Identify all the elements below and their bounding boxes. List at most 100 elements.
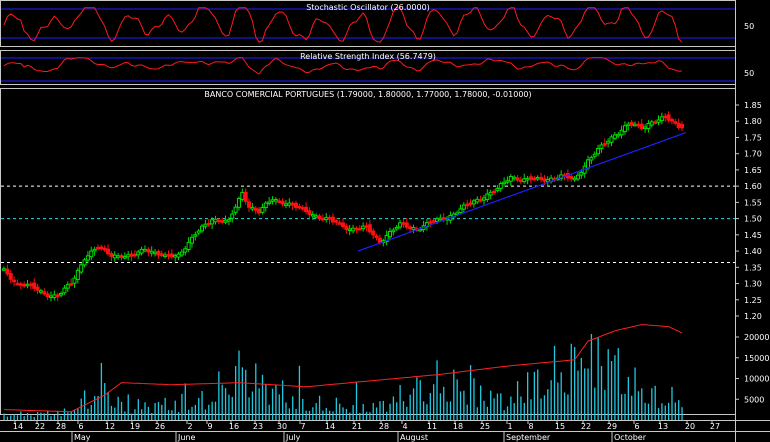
day-tick-label: 15: [555, 422, 565, 431]
volume-bar: [171, 410, 173, 420]
candle-body: [300, 207, 305, 210]
candle-body: [461, 204, 466, 210]
candle-body: [247, 201, 252, 208]
volume-bar: [255, 363, 257, 420]
candle-body: [159, 253, 164, 257]
volume-bar: [520, 396, 522, 420]
candle-body: [633, 123, 638, 127]
candle-body: [599, 144, 604, 149]
candle-body: [290, 202, 295, 206]
volume-bar: [476, 407, 478, 420]
candle-body: [310, 213, 315, 217]
volume-bar: [97, 396, 99, 420]
day-tick-label: 11: [427, 422, 437, 431]
volume-bar: [671, 386, 673, 420]
candle-body: [401, 222, 406, 225]
candle-body: [112, 254, 117, 259]
volume-bar: [664, 405, 666, 420]
volume-bar: [268, 404, 270, 420]
volume-bar: [157, 401, 160, 420]
volume-bar: [211, 401, 213, 420]
candle-body: [257, 208, 262, 214]
volume-bar: [167, 410, 170, 420]
volume-bar: [573, 347, 576, 420]
candle-body: [569, 175, 574, 179]
candle-body: [545, 178, 550, 183]
volume-bar: [644, 402, 646, 420]
candle-body: [367, 224, 372, 233]
volume-bar: [631, 395, 633, 420]
stochastic-tick-label: 50: [744, 22, 754, 31]
volume-bar: [345, 408, 348, 420]
candle-body: [153, 251, 158, 255]
volume-bar: [20, 411, 22, 420]
candle-body: [606, 140, 611, 144]
volume-bar: [194, 404, 197, 420]
volume-bar: [433, 384, 435, 420]
volume-bar: [369, 412, 371, 420]
volume-bar: [10, 415, 12, 420]
volume-bar: [620, 394, 623, 420]
volume-bar: [443, 386, 445, 420]
volume-bar: [60, 416, 62, 420]
volume-bar: [26, 413, 29, 420]
candle-body: [354, 227, 359, 231]
price-tick-label: 1.60: [744, 182, 762, 191]
volume-bar: [53, 414, 56, 420]
volume-bar: [681, 407, 683, 420]
candle-body: [69, 283, 74, 286]
day-tick-label: 18: [453, 422, 463, 431]
volume-bar: [234, 365, 237, 420]
volume-bar: [597, 337, 599, 420]
price-tick-label: 1.70: [744, 150, 762, 159]
candle-body: [243, 191, 248, 202]
volume-bar: [523, 402, 525, 420]
candle-body: [649, 121, 654, 126]
volume-bar: [308, 410, 311, 420]
candle-body: [196, 230, 201, 234]
volume-bar: [359, 412, 361, 420]
volume-bar: [50, 416, 52, 420]
volume-bar: [463, 390, 465, 420]
volume-bar: [332, 411, 334, 420]
candle-body: [458, 208, 463, 214]
candle-body: [186, 241, 191, 251]
volume-bar: [265, 384, 267, 420]
day-tick-label: 28: [379, 422, 389, 431]
candle-body: [189, 236, 194, 244]
volume-bar: [90, 405, 92, 420]
candle-body: [434, 218, 439, 222]
candle-body: [498, 183, 503, 189]
volume-bar: [634, 367, 636, 420]
volume-bar: [114, 407, 116, 420]
candle-body: [92, 248, 97, 252]
candle-body: [391, 229, 396, 233]
volume-bar: [174, 400, 176, 420]
candle-body: [344, 225, 349, 230]
volume-bar: [151, 412, 153, 420]
candle-body: [22, 283, 27, 287]
volume-bar: [318, 395, 321, 420]
volume-bar: [355, 382, 358, 420]
volume-bar: [221, 384, 223, 420]
candle-body: [253, 207, 258, 211]
volume-bar: [483, 400, 485, 420]
candle-body: [643, 126, 648, 130]
volume-bar: [335, 397, 337, 420]
candle-body: [669, 118, 674, 122]
candle-body: [273, 198, 278, 202]
volume-bar: [577, 370, 579, 420]
candle-body: [45, 293, 50, 298]
volume-bar: [422, 401, 425, 420]
volume-bar: [36, 412, 39, 420]
day-tick-label: 29: [607, 422, 617, 431]
price-tick-label: 1.25: [744, 296, 762, 305]
volume-bar: [73, 410, 76, 420]
volume-bar: [537, 369, 539, 420]
candle-body: [357, 228, 362, 231]
candle-body: [270, 199, 275, 202]
candle-body: [404, 222, 409, 228]
volume-bar: [164, 397, 166, 420]
candle-body: [532, 177, 537, 181]
candle-body: [122, 256, 127, 259]
